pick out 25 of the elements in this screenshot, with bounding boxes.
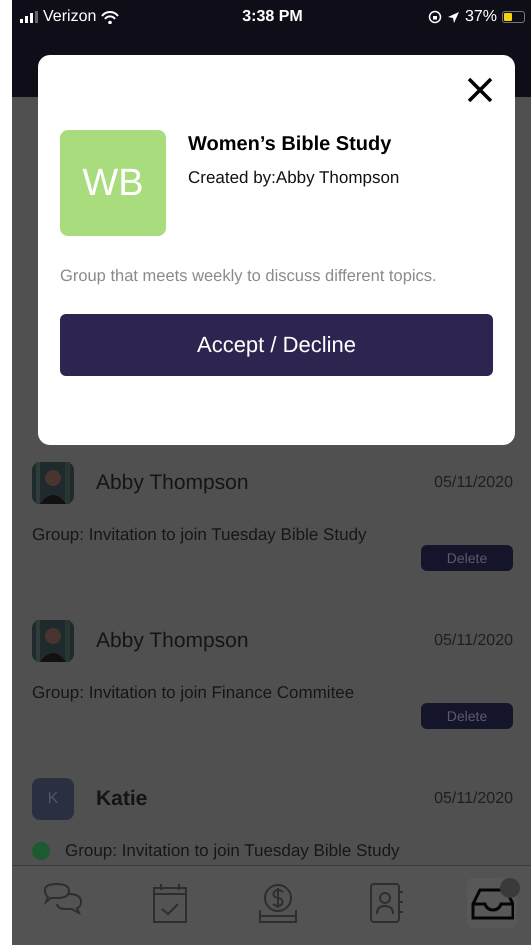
rotation-lock-icon [428,10,442,24]
group-title: Women’s Bible Study [188,133,392,156]
group-creator: Created by:Abby Thompson [188,168,400,188]
accept-decline-button[interactable]: Accept / Decline [60,314,493,376]
delete-button[interactable]: Delete [421,703,513,729]
signal-icon [20,11,38,23]
group-description: Group that meets weekly to discuss different topics. [60,266,438,287]
battery-icon [502,11,525,23]
wifi-icon [101,10,120,24]
message-text: Group: Invitation to join Tuesday Bible Study [32,525,367,545]
clock-time: 3:38 PM [242,8,303,25]
group-avatar: WB [60,130,166,236]
close-icon [465,75,495,105]
message-text: Group: Invitation to join Tuesday Bible Study [65,841,400,861]
carrier-name: Verizon [43,8,96,26]
message-text: Group: Invitation to join Finance Commitee [32,683,354,703]
close-button[interactable] [465,75,495,105]
sender-name: Abby Thompson [96,629,250,653]
notification-dot [500,878,520,898]
battery-percent: 37% [464,8,497,26]
location-arrow-icon [446,10,460,24]
sender-name: Abby Thompson [96,471,250,495]
tab-button[interactable] [467,878,517,928]
delete-button[interactable]: Delete [421,545,513,571]
sender-name: Katie [96,787,148,811]
